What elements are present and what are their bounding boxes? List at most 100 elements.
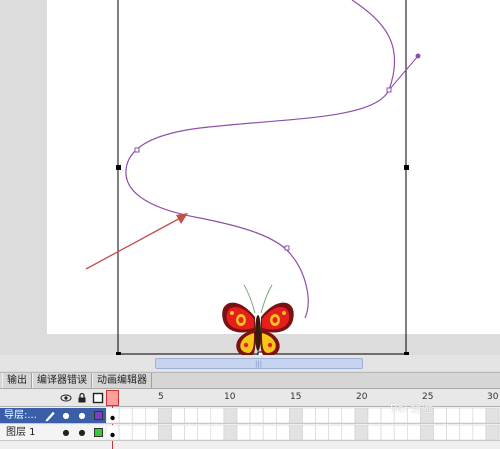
- frame-cell[interactable]: [406, 424, 421, 441]
- layer-info[interactable]: 导层:... ● ●: [0, 408, 106, 423]
- frame-cell[interactable]: [131, 407, 146, 424]
- lock-dot[interactable]: ●: [76, 408, 88, 423]
- lock-dot[interactable]: ●: [76, 425, 88, 440]
- frame-cell[interactable]: [289, 424, 303, 441]
- frame-cell[interactable]: [302, 407, 316, 424]
- frame-cell[interactable]: [236, 407, 251, 424]
- tab-compiler-errors[interactable]: 编译器错误: [32, 373, 92, 388]
- frame-cell[interactable]: [328, 424, 343, 441]
- panel-tab-bar: 输出 编译器错误 动画编辑器: [0, 372, 500, 389]
- frame-number: 10: [224, 392, 236, 402]
- frame-cell[interactable]: [210, 407, 225, 424]
- frame-cell[interactable]: [393, 424, 408, 441]
- frame-cell[interactable]: [446, 424, 461, 441]
- frame-cell[interactable]: [341, 407, 356, 424]
- frame-cell[interactable]: [276, 424, 290, 441]
- layer-color-swatch[interactable]: [94, 411, 103, 420]
- frame-cell[interactable]: [367, 424, 382, 441]
- path-anchor-point[interactable]: [386, 87, 392, 93]
- frame-cell[interactable]: [171, 407, 185, 424]
- frame-cell[interactable]: [289, 407, 303, 424]
- frame-ruler[interactable]: 1 5 10 15 20 25 30: [106, 389, 500, 407]
- frame-cell[interactable]: [249, 407, 264, 424]
- frame-cell[interactable]: [341, 424, 356, 441]
- selection-handle-left[interactable]: [116, 165, 121, 170]
- frame-cell[interactable]: [158, 407, 172, 424]
- pencil-icon: [44, 408, 56, 423]
- frame-cell[interactable]: [315, 424, 330, 441]
- path-anchor-point[interactable]: [284, 245, 290, 251]
- frame-cell[interactable]: [433, 424, 447, 441]
- frame-cell[interactable]: [171, 424, 185, 441]
- frame-grid: [105, 407, 500, 424]
- visibility-dot[interactable]: ●: [60, 408, 72, 423]
- frame-cell[interactable]: [459, 407, 474, 424]
- playhead[interactable]: [106, 390, 119, 406]
- outline-box-icon[interactable]: [92, 392, 104, 404]
- selection-handle-right[interactable]: [404, 165, 409, 170]
- frame-number: 5: [158, 392, 164, 402]
- frame-cell[interactable]: [485, 407, 500, 424]
- layer-row-layer1[interactable]: 图层 1 ● ●: [0, 424, 500, 441]
- layer-name[interactable]: 图层 1: [6, 426, 36, 439]
- tab-output[interactable]: 输出: [2, 373, 32, 388]
- frame-cell[interactable]: [236, 424, 251, 441]
- frame-cell[interactable]: [472, 407, 487, 424]
- layer-color-swatch[interactable]: [94, 428, 103, 437]
- frame-cell[interactable]: [144, 424, 159, 441]
- frame-cell[interactable]: [276, 407, 290, 424]
- layer-name[interactable]: 导层:...: [4, 409, 37, 422]
- frame-cell[interactable]: [184, 407, 198, 424]
- bezier-handle-point[interactable]: [415, 53, 421, 59]
- frame-cell[interactable]: [472, 424, 487, 441]
- stage-drawing: [85, 0, 421, 359]
- frame-cell[interactable]: [354, 407, 369, 424]
- stage-horizontal-scrollbar[interactable]: |||: [0, 355, 500, 371]
- eye-icon[interactable]: [60, 392, 72, 404]
- frame-cell[interactable]: [249, 424, 264, 441]
- stage-area: [0, 0, 500, 372]
- keyframe-marker[interactable]: [110, 415, 115, 421]
- tab-motion-editor[interactable]: 动画编辑器: [92, 373, 152, 388]
- frame-cell[interactable]: [223, 424, 238, 441]
- layer-frames[interactable]: [105, 407, 500, 424]
- frame-cell[interactable]: [223, 407, 238, 424]
- layer-frames[interactable]: [105, 424, 500, 441]
- frame-cell[interactable]: [262, 407, 277, 424]
- frame-cell[interactable]: [118, 407, 133, 424]
- frame-cell[interactable]: [262, 424, 277, 441]
- visibility-dot[interactable]: ●: [60, 425, 72, 440]
- frame-cell[interactable]: [433, 407, 447, 424]
- frame-cell[interactable]: [485, 424, 500, 441]
- frame-cell[interactable]: [210, 424, 225, 441]
- frame-cell[interactable]: [315, 407, 330, 424]
- frame-cell[interactable]: [380, 424, 395, 441]
- annotation-arrow: [85, 213, 188, 270]
- motion-guide-path[interactable]: [125, 0, 396, 319]
- frame-cell[interactable]: [354, 424, 369, 441]
- keyframe-marker[interactable]: [110, 432, 115, 438]
- frame-cell[interactable]: [197, 424, 212, 441]
- path-anchor-point[interactable]: [134, 147, 140, 153]
- frame-number: 20: [356, 392, 368, 402]
- frame-cell[interactable]: [144, 407, 159, 424]
- frame-cell[interactable]: [105, 424, 120, 441]
- frame-cell[interactable]: [446, 407, 461, 424]
- frame-cell[interactable]: [328, 407, 343, 424]
- frame-cell[interactable]: [459, 424, 474, 441]
- frame-cell[interactable]: [197, 407, 212, 424]
- frame-cell[interactable]: [105, 407, 120, 424]
- watermark: Bai 经验: [390, 402, 433, 415]
- frame-cell[interactable]: [184, 424, 198, 441]
- frame-cell[interactable]: [367, 407, 382, 424]
- frame-cell[interactable]: [158, 424, 172, 441]
- frame-cell[interactable]: [302, 424, 316, 441]
- scrollbar-grip-icon: |||: [255, 360, 263, 368]
- frame-cell[interactable]: [131, 424, 146, 441]
- scrollbar-thumb[interactable]: |||: [155, 358, 363, 369]
- butterfly-graphic[interactable]: [222, 284, 294, 358]
- lock-icon[interactable]: [76, 392, 88, 404]
- frame-cell[interactable]: [420, 424, 434, 441]
- layer-info[interactable]: 图层 1 ● ●: [0, 425, 106, 440]
- frame-cell[interactable]: [118, 424, 133, 441]
